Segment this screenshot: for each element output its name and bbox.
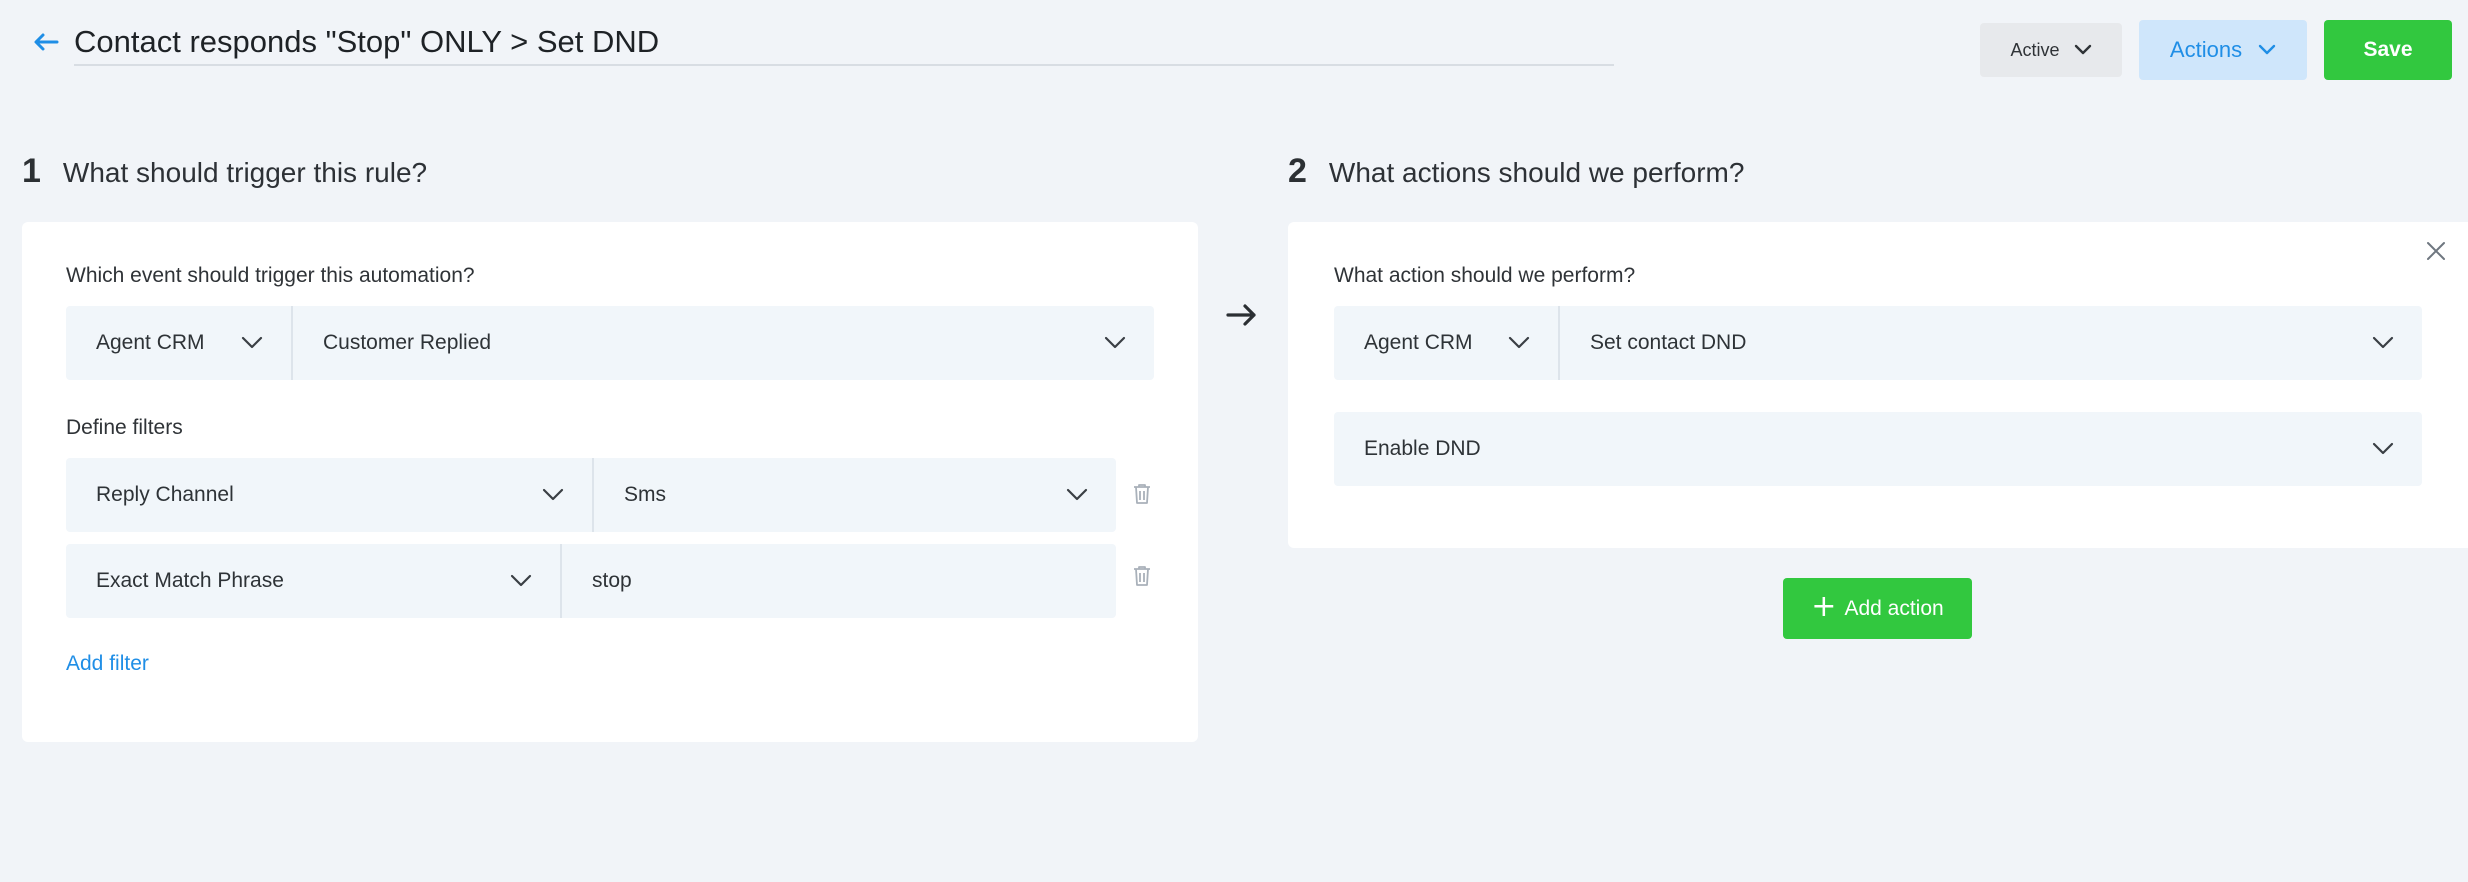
status-dropdown[interactable]: Active (1980, 23, 2122, 77)
save-button[interactable]: Save (2324, 20, 2452, 80)
actions-dropdown[interactable]: Actions (2139, 20, 2307, 80)
chevron-down-icon (1066, 488, 1088, 501)
actions-label: Actions (2169, 37, 2243, 62)
filter-field-select[interactable]: Reply Channel (66, 458, 592, 532)
close-icon[interactable] (2424, 239, 2448, 263)
filter-value-input[interactable]: stop (560, 544, 1116, 618)
filter-field-select[interactable]: Exact Match Phrase (66, 544, 560, 618)
chevron-down-icon (2372, 442, 2394, 455)
filter-field-value: Reply Channel (96, 483, 234, 506)
filters-label: Define filters (66, 416, 183, 439)
chevron-down-icon (542, 488, 564, 501)
dnd-option-select-group: Enable DND (1334, 412, 2422, 486)
action-section-heading: 2 What actions should we perform? (1288, 152, 1744, 191)
filter-value-select[interactable]: Sms (592, 458, 1116, 532)
chevron-down-icon (2372, 336, 2394, 349)
trigger-card: Which event should trigger this automati… (22, 222, 1198, 742)
chevron-down-icon (241, 336, 263, 349)
event-source-select[interactable]: Agent CRM (66, 306, 291, 380)
step-number: 2 (1288, 152, 1307, 190)
back-button[interactable] (30, 26, 62, 58)
title-input[interactable]: Contact responds "Stop" ONLY > Set DND (74, 20, 1614, 66)
chevron-down-icon (1104, 336, 1126, 349)
add-action-label: Add action (1844, 596, 1944, 620)
filter-row: Reply Channel Sms (66, 458, 1116, 532)
action-source-value: Agent CRM (1364, 331, 1473, 354)
step-title: What actions should we perform? (1328, 157, 1745, 188)
trigger-section-heading: 1 What should trigger this rule? (22, 152, 427, 191)
action-type-value: Set contact DND (1590, 331, 1747, 354)
step-number: 1 (22, 152, 41, 190)
action-select-group: Agent CRM Set contact DND (1334, 306, 2422, 380)
delete-filter-button[interactable] (1128, 562, 1156, 590)
delete-filter-button[interactable] (1128, 480, 1156, 508)
action-source-select[interactable]: Agent CRM (1334, 306, 1558, 380)
chevron-down-icon (2074, 44, 2091, 55)
trash-icon (1134, 484, 1150, 504)
filter-value: stop (592, 569, 632, 592)
event-label: Which event should trigger this automati… (66, 264, 475, 287)
add-filter-link[interactable]: Add filter (66, 652, 149, 676)
arrow-left-icon (34, 33, 59, 51)
step-title: What should trigger this rule? (62, 157, 428, 188)
action-type-select[interactable]: Set contact DND (1558, 306, 2422, 380)
plus-icon: + (1811, 589, 1837, 624)
chevron-down-icon (2258, 44, 2276, 55)
dnd-option-value: Enable DND (1364, 437, 1481, 460)
chevron-down-icon (1508, 336, 1530, 349)
event-select-group: Agent CRM Customer Replied (66, 306, 1154, 380)
filter-row: Exact Match Phrase stop (66, 544, 1116, 618)
event-type-select[interactable]: Customer Replied (291, 306, 1154, 380)
trash-icon (1134, 566, 1150, 586)
dnd-option-select[interactable]: Enable DND (1334, 412, 2422, 486)
event-source-value: Agent CRM (96, 331, 205, 354)
filter-field-value: Exact Match Phrase (96, 569, 284, 592)
top-bar: Contact responds "Stop" ONLY > Set DND A… (0, 0, 2468, 92)
event-type-value: Customer Replied (323, 331, 492, 354)
arrow-right-icon (1226, 304, 1256, 326)
add-action-button[interactable]: + Add action (1783, 578, 1972, 639)
chevron-down-icon (510, 574, 532, 587)
status-label: Active (2010, 39, 2060, 60)
action-label: What action should we perform? (1334, 264, 1636, 287)
filter-value: Sms (624, 483, 666, 506)
page-title: Contact responds "Stop" ONLY > Set DND (74, 24, 660, 59)
action-card: What action should we perform? Agent CRM… (1288, 222, 2468, 548)
